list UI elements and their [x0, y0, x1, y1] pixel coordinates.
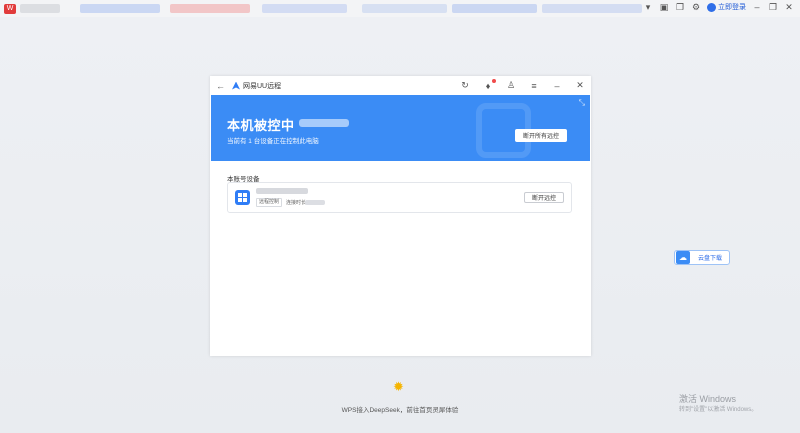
uu-remote-window: ← 网易UU远程 ↻ ♦ ♙ ≡ – ✕ ⤡ 本机被控中 当前有 1 台设备正在… [210, 76, 591, 356]
maximize-icon[interactable]: ❐ [768, 2, 778, 12]
controlled-status-banner: ⤡ 本机被控中 当前有 1 台设备正在控制此电脑 断开所有远控 [211, 95, 590, 161]
device-card: 远程控制 连接时长 断开远控 [227, 182, 572, 213]
cloud-download-label: 云盘下载 [698, 256, 723, 262]
settings-icon[interactable]: ⚙ [691, 2, 701, 12]
avatar [707, 2, 716, 12]
copy-icon[interactable]: ❐ [675, 2, 685, 12]
refresh-icon[interactable]: ↻ [460, 80, 470, 91]
tab-dropdown-icon[interactable]: ▾ [643, 2, 653, 12]
collapse-icon[interactable]: ⤡ [579, 98, 585, 108]
connection-time-label: 连接时长 [286, 200, 307, 206]
tab-2[interactable] [80, 4, 160, 13]
window-close-icon[interactable]: ✕ [575, 80, 585, 91]
window-title: 网易UU远程 [243, 82, 282, 90]
notification-icon[interactable]: ♦ [483, 78, 496, 91]
wps-logo[interactable]: W [4, 3, 16, 14]
disconnect-all-button[interactable]: 断开所有远控 [515, 129, 567, 142]
tab-1[interactable] [20, 4, 60, 13]
tab-6[interactable] [452, 4, 537, 13]
back-arrow-icon[interactable]: ← [216, 81, 226, 91]
window-titlebar: ← 网易UU远程 ↻ ♦ ♙ ≡ – ✕ [210, 76, 591, 95]
app-logo-icon [232, 81, 240, 90]
connection-time-redacted [305, 200, 325, 205]
remote-control-tag: 远程控制 [256, 198, 283, 207]
cloud-icon: ☁ [676, 251, 690, 264]
banner-heading: 本机被控中 [227, 118, 295, 133]
minimize-icon[interactable]: – [752, 2, 762, 12]
tab-7[interactable] [542, 4, 642, 13]
tab-3[interactable] [170, 4, 250, 13]
browser-tab-bar: W ▾ ▣ ❐ ⚙ 立即登录 – ❐ ✕ [0, 0, 800, 17]
lightbulb-icon: ✹ [393, 379, 404, 394]
activation-watermark-text: 转到"设置"以激活 Windows。 [679, 407, 758, 413]
disconnect-button[interactable]: 断开远控 [524, 192, 564, 203]
user-icon[interactable]: ♙ [506, 80, 516, 91]
menu-icon[interactable]: ≡ [529, 81, 539, 91]
notification-dot [492, 78, 496, 83]
login-button[interactable]: 立即登录 [707, 2, 746, 12]
clipboard-icon[interactable]: ▣ [659, 2, 669, 12]
login-label: 立即登录 [718, 4, 746, 11]
banner-subtitle: 当前有 1 台设备正在控制此电脑 [227, 138, 319, 145]
tab-4[interactable] [262, 4, 347, 13]
device-name-redacted [256, 188, 308, 194]
close-icon[interactable]: ✕ [784, 2, 794, 12]
windows-icon [235, 190, 250, 205]
cloud-download-widget[interactable]: ☁ 云盘下载 [674, 250, 730, 265]
window-minimize-icon[interactable]: – [552, 81, 562, 91]
tab-5-active[interactable] [362, 4, 447, 13]
device-code-redacted [299, 119, 349, 127]
